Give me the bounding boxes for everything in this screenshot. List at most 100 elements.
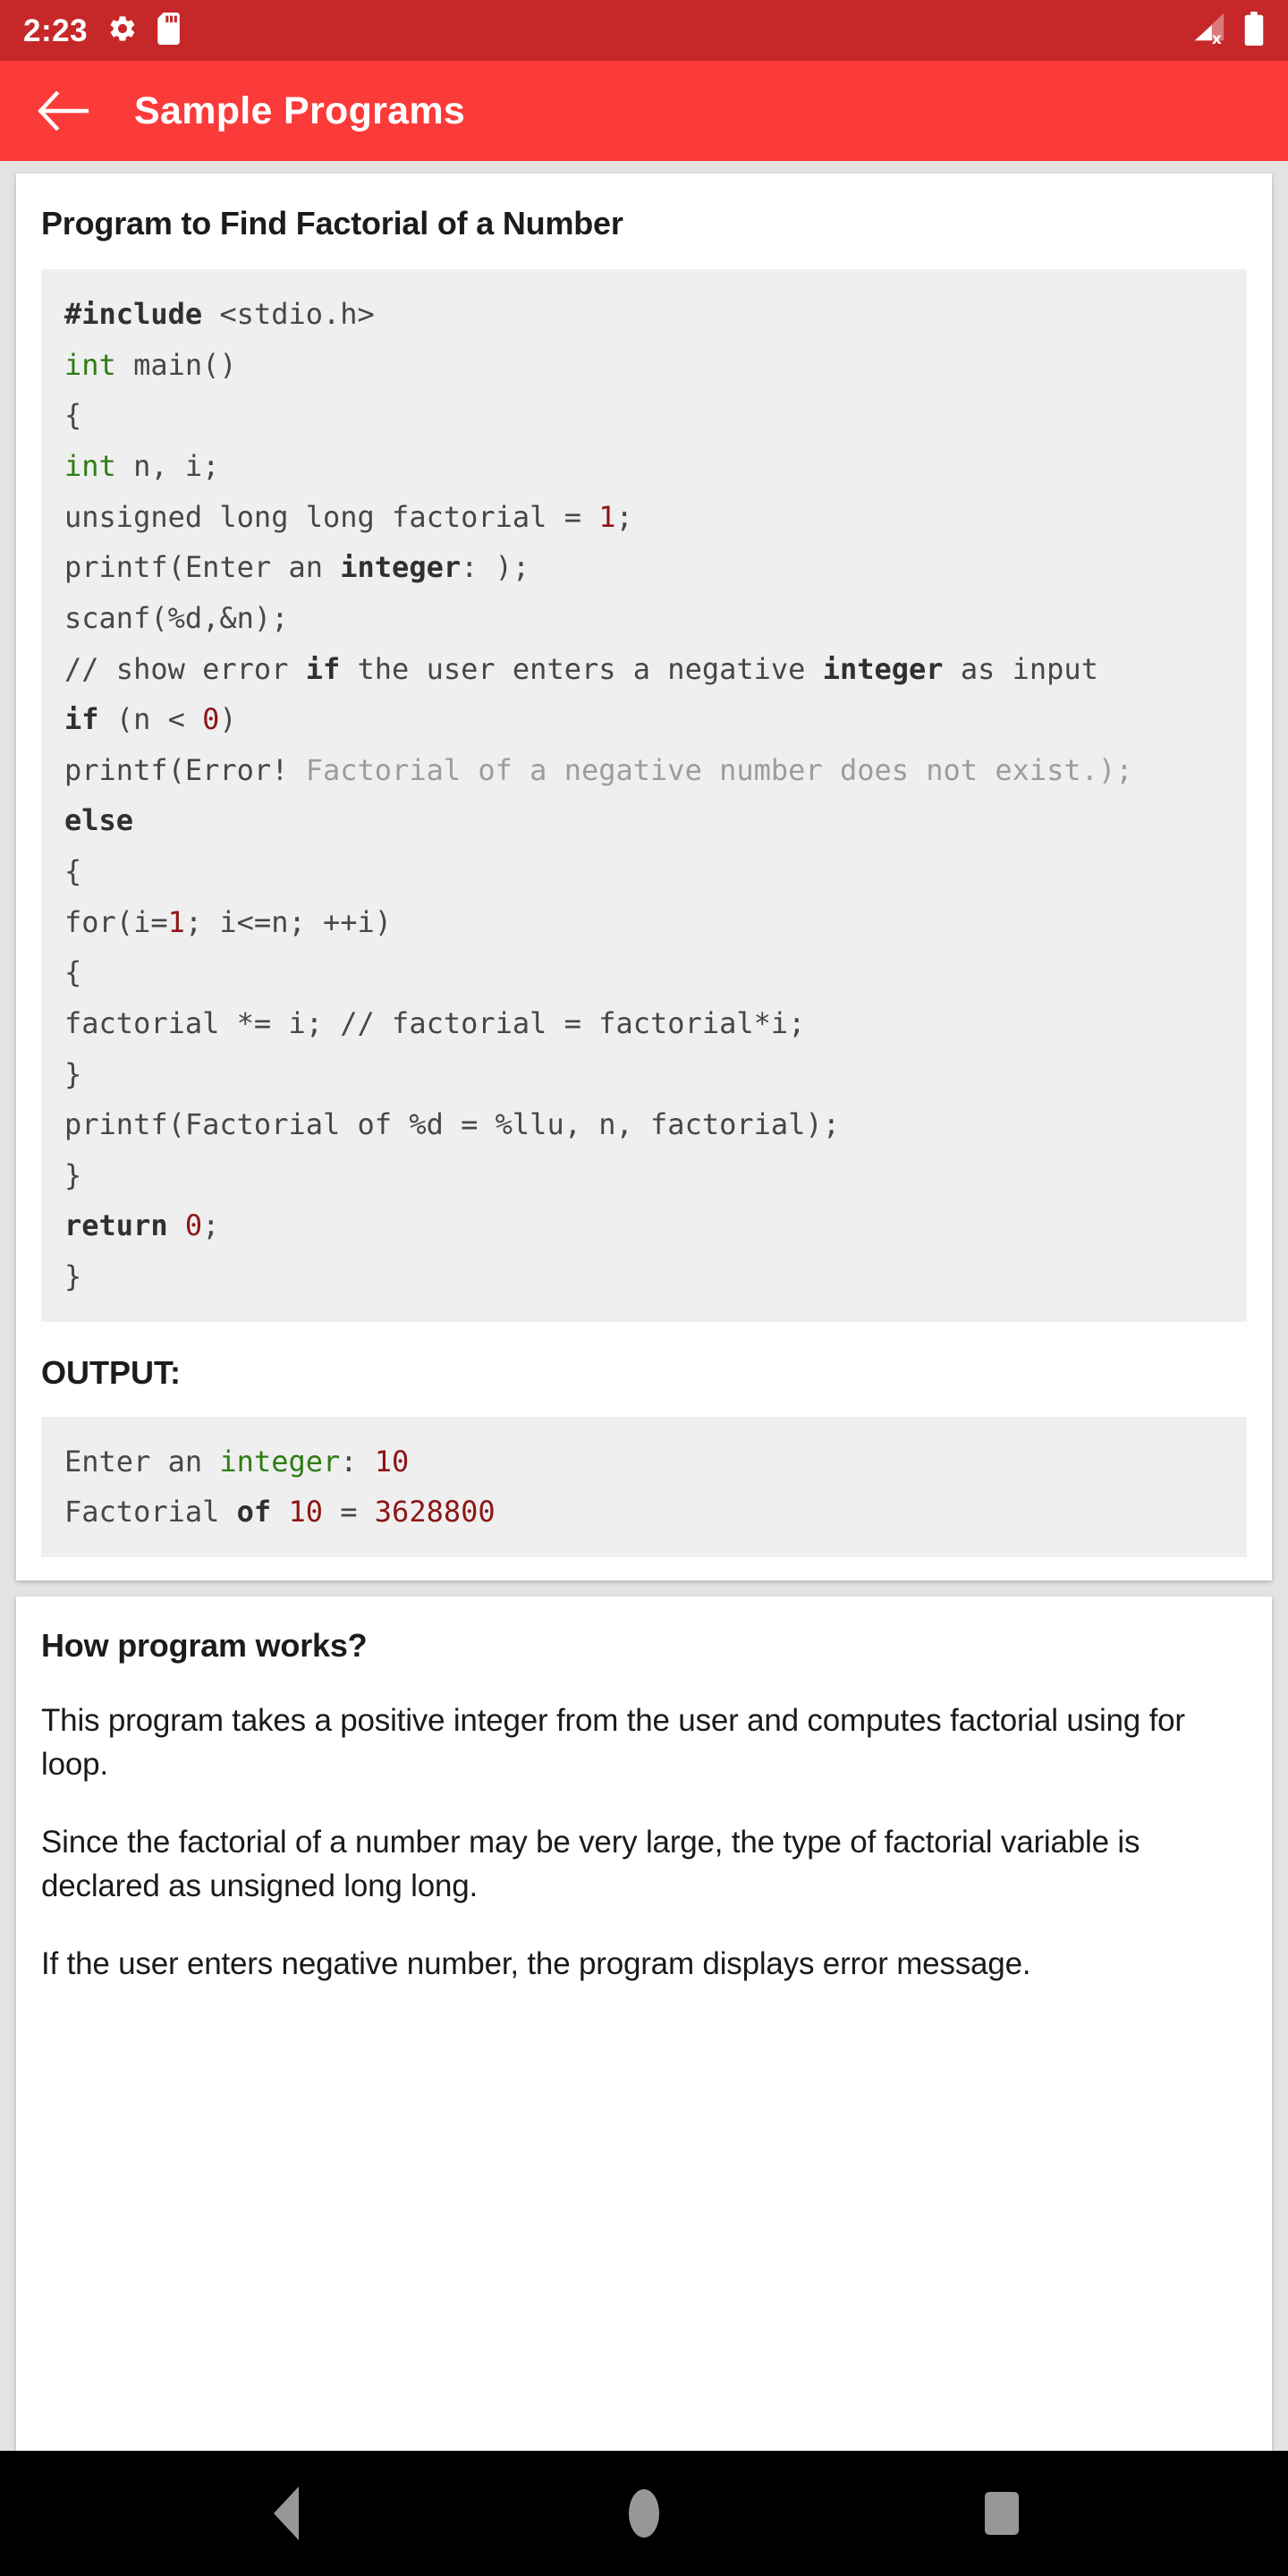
code-line: else [64,795,1247,846]
code-token: Enter an [64,1444,220,1479]
nav-home-button[interactable] [590,2460,698,2567]
code-token: scanf(%d,&n); [64,600,289,635]
explanation-title: How program works? [41,1626,368,1664]
code-token: printf(Factorial of %d = %llu, n, factor… [64,1107,840,1142]
battery-full-icon [1243,11,1265,50]
code-line: printf(Enter an integer: ); [64,542,1247,593]
code-token: int [64,347,116,382]
code-token: { [64,398,82,433]
explanation-card: How program works? This program takes a … [16,1596,1272,2451]
code-token: 0 [184,1208,203,1243]
svg-text:x: x [1212,30,1222,46]
code-line: // show error if the user enters a negat… [64,644,1247,695]
phone-screen: 2:23 x Sample Programs Program to Find F… [0,0,1288,2576]
code-line: { [64,390,1247,441]
code-token: as input [943,651,1098,686]
code-token: integer [219,1444,341,1479]
back-button[interactable] [30,79,95,143]
code-line: { [64,846,1247,897]
code-line: } [64,1049,1247,1100]
app-bar: Sample Programs [0,61,1288,161]
code-token: #include [64,297,220,332]
code-token: } [64,1259,82,1294]
status-bar-left: 2:23 [23,12,184,49]
explanation-paragraphs: This program takes a positive integer fr… [41,1699,1247,1986]
code-token: integer [822,651,944,686]
code-token: Factorial [64,1495,237,1530]
paragraph: This program takes a positive integer fr… [41,1702,1185,1782]
code-line: } [64,1251,1247,1302]
code-line: printf(Factorial of %d = %llu, n, factor… [64,1099,1247,1150]
code-line: return 0; [64,1200,1247,1251]
program-title: Program to Find Factorial of a Number [41,205,623,242]
code-token: n, i; [115,449,220,484]
page-title: Sample Programs [134,89,466,132]
code-token: integer [340,550,462,585]
output-block: Enter an integer: 10 Factorial of 10 = 36… [41,1416,1247,1557]
code-token: if [64,702,99,737]
code-block: #include <stdio.h> int main(){int n, i; un… [41,269,1247,1322]
code-token: // show error [64,651,306,686]
code-token: printf(Error! [64,752,306,787]
signal-no-sim-icon: x [1190,12,1227,50]
code-token: else [64,803,134,838]
program-card: Program to Find Factorial of a Number #i… [16,174,1272,1580]
code-token: ; [615,499,633,534]
code-token: : [340,1444,375,1479]
code-token: = [322,1495,375,1530]
arrow-left-icon [38,91,89,131]
paragraph: Since the factorial of a number may be v… [41,1824,1140,1903]
code-line: } [64,1150,1247,1201]
code-token: 10 [374,1444,410,1479]
status-time: 2:23 [23,13,89,48]
code-token: ) [219,702,237,737]
code-token: ; i<=n; ++i) [184,904,393,939]
paragraph: If the user enters negative number, the … [41,1945,1031,1981]
scroll-content[interactable]: Program to Find Factorial of a Number #i… [0,161,1288,2451]
code-token: : ); [461,550,530,585]
code-token: if [305,651,341,686]
output-label: OUTPUT: [41,1353,181,1391]
code-token: ; [202,1208,220,1243]
code-token: } [64,1157,82,1192]
nav-recents-button[interactable] [948,2460,1055,2567]
code-token: Factorial of a negative number does not … [305,752,1133,787]
code-line: scanf(%d,&n); [64,593,1247,644]
code-token: of [236,1495,272,1530]
code-token: 1 [598,499,616,534]
code-line: factorial *= i; // factorial = factorial… [64,998,1247,1049]
code-line: Enter an integer: 10 [64,1436,1247,1487]
code-token: { [64,955,82,990]
system-nav-bar [0,2451,1288,2576]
nav-back-button[interactable] [233,2460,340,2567]
code-line: #include <stdio.h> [64,289,1247,340]
code-token: for(i= [64,904,168,939]
nav-recents-icon [985,2492,1019,2535]
code-token: return [64,1208,168,1243]
code-token: } [64,1056,82,1091]
nav-home-icon [629,2489,659,2538]
code-token: (n < [98,702,203,737]
code-token: int [64,449,116,484]
code-line: { [64,947,1247,998]
gear-icon [107,13,138,48]
code-line: Factorial of 10 = 3628800 [64,1487,1247,1538]
code-token: the user enters a negative [340,651,823,686]
status-bar-right: x [1190,11,1265,50]
code-token: <stdio.h> [219,297,375,332]
code-token: unsigned long long factorial = [64,499,599,534]
code-line: printf(Error! Factorial of a negative nu… [64,745,1247,796]
code-token: 1 [167,904,185,939]
code-token: 3628800 [374,1495,496,1530]
code-line: int main() [64,340,1247,391]
code-line: int n, i; [64,441,1247,492]
code-token: 0 [202,702,220,737]
code-line: for(i=1; i<=n; ++i) [64,897,1247,948]
nav-back-icon [274,2487,299,2540]
sd-card-icon [157,12,184,49]
status-bar: 2:23 x [0,0,1288,61]
code-token: 10 [288,1495,323,1530]
code-token: { [64,854,82,889]
